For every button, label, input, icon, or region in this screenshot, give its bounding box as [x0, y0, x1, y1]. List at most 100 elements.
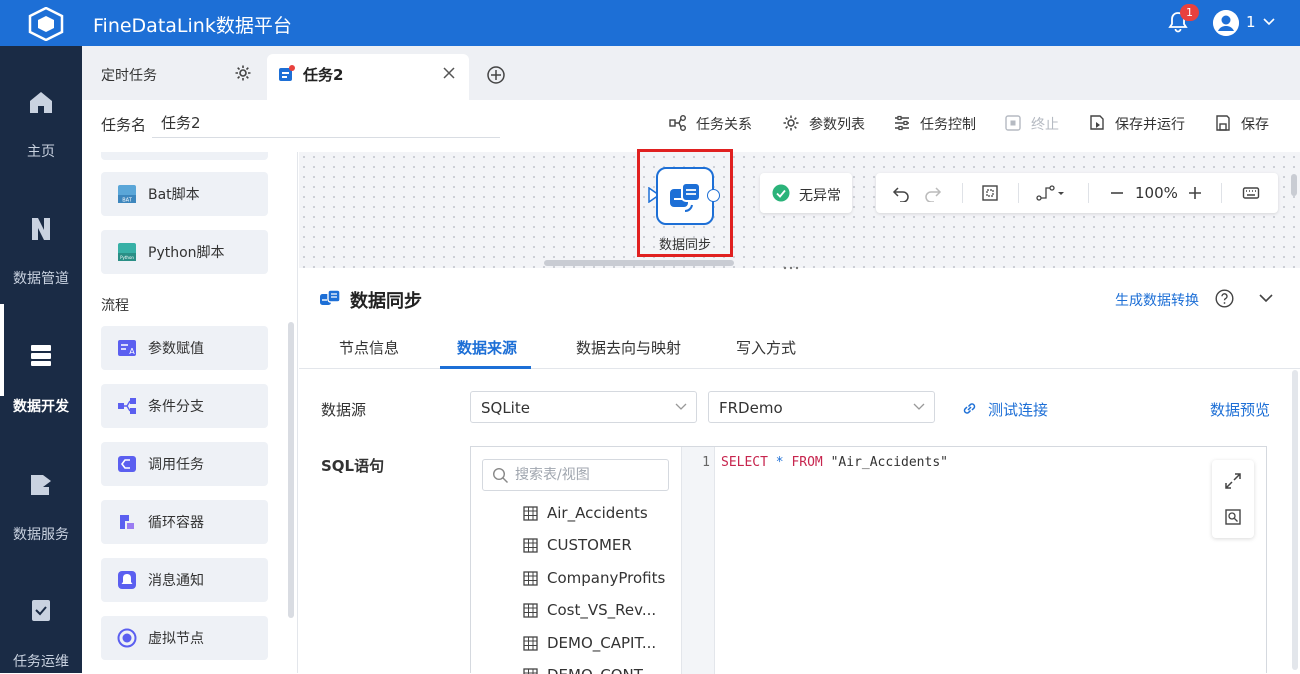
node-label: 数据同步: [658, 238, 711, 253]
data-sync-node[interactable]: [656, 167, 714, 225]
palette-item-param-assign[interactable]: A 参数赋值: [101, 326, 268, 370]
stop-icon: [1005, 115, 1021, 131]
sql-code[interactable]: SELECT * FROM "Air_Accidents": [721, 455, 948, 470]
undo-icon[interactable]: [892, 184, 910, 202]
zoom-out-icon[interactable]: [1108, 184, 1126, 202]
svg-text:Python: Python: [120, 255, 134, 260]
zoom-in-icon[interactable]: [1186, 184, 1204, 202]
save-run-icon: [1090, 115, 1104, 130]
editor-tools: [1212, 460, 1254, 538]
table-icon: [523, 636, 538, 651]
task-toolbar: 任务名 任务关系 参数列表 任务控制 终止: [82, 100, 1300, 152]
fit-view-icon[interactable]: [981, 184, 999, 202]
palette-scrollbar[interactable]: [288, 322, 294, 618]
top-bar: FineDataLink数据平台 1 1: [0, 0, 1300, 46]
palette-item-bat-script[interactable]: BAT Bat脚本: [101, 172, 268, 216]
table-icon: [523, 571, 538, 586]
svg-text:A: A: [129, 347, 135, 356]
panel-tabs: 节点信息 数据来源 数据去向与映射 写入方式: [299, 325, 1300, 369]
nav-item-home[interactable]: 主页: [0, 46, 82, 160]
data-service-icon: [31, 475, 51, 495]
panel-title: 数据同步: [350, 291, 422, 312]
help-icon[interactable]: [1215, 289, 1234, 308]
table-icon: [523, 538, 538, 553]
palette-item-partial[interactable]: [101, 152, 268, 160]
save-icon: [1216, 115, 1230, 131]
home-icon: [30, 92, 52, 113]
chevron-down-icon[interactable]: [1262, 16, 1276, 28]
palette-item-call-task[interactable]: 调用任务: [101, 442, 268, 486]
task-name-label: 任务名: [101, 116, 147, 134]
status-chip[interactable]: 无异常: [760, 173, 852, 213]
nav-item-data-development[interactable]: 数据开发: [0, 296, 82, 415]
canvas-horizontal-scrollbar[interactable]: [544, 260, 734, 266]
panel-scrollbar[interactable]: [1292, 370, 1298, 670]
redo-icon[interactable]: [924, 184, 942, 202]
app-title: FineDataLink数据平台: [93, 15, 292, 37]
add-tab-icon[interactable]: [486, 65, 506, 85]
line-number-gutter: 1: [682, 447, 715, 674]
check-circle-icon: [772, 184, 790, 202]
palette-item-virtual-node[interactable]: 虚拟节点: [101, 616, 268, 660]
node-output-port[interactable]: [707, 189, 720, 202]
tab-bar: 定时任务 任务2: [82, 46, 1300, 100]
palette-item-python-script[interactable]: Python Python脚本: [101, 230, 268, 274]
data-sync-icon: [320, 289, 341, 305]
link-icon: [963, 403, 976, 414]
nav-item-data-service[interactable]: 数据服务: [0, 426, 82, 543]
notification-badge: 1: [1180, 4, 1199, 21]
format-search-icon[interactable]: [1224, 508, 1242, 526]
sql-label: SQL语句: [321, 457, 385, 475]
tab-data-source[interactable]: 数据来源: [457, 337, 517, 358]
palette-item-message-notify[interactable]: 消息通知: [101, 558, 268, 602]
tab-scheduled-task[interactable]: 定时任务: [82, 54, 264, 94]
sql-editor-area: Air_Accidents CUSTOMER CompanyProfits Co…: [470, 446, 1267, 674]
palette-item-condition-branch[interactable]: 条件分支: [101, 384, 268, 428]
chevron-down-icon[interactable]: [1258, 291, 1274, 305]
data-pipeline-icon: [32, 218, 50, 240]
user-label[interactable]: 1: [1246, 13, 1256, 31]
avatar[interactable]: [1213, 10, 1239, 36]
keyboard-icon[interactable]: [1242, 184, 1260, 202]
bat-script-icon: BAT: [118, 185, 136, 204]
canvas-vertical-scrollbar[interactable]: [1291, 174, 1297, 196]
sql-table-name: "Air_Accidents": [830, 455, 948, 470]
left-nav: 主页 数据管道 数据开发 数据服务 任务运维: [0, 46, 82, 673]
expand-icon[interactable]: [1224, 472, 1242, 490]
nav-item-task-ops[interactable]: 任务运维: [0, 551, 82, 670]
sliders-icon: [895, 115, 909, 131]
relation-icon: [669, 115, 686, 131]
zoom-level: 100%: [1135, 184, 1178, 202]
data-sync-icon: [670, 182, 701, 213]
data-preview-link[interactable]: 数据预览: [1210, 399, 1270, 420]
message-bell-icon: [118, 571, 136, 589]
palette-item-loop-container[interactable]: 循环容器: [101, 500, 268, 544]
tab-task2[interactable]: 任务2: [267, 54, 469, 100]
tab-node-info[interactable]: 节点信息: [339, 337, 399, 358]
task-name-input[interactable]: [152, 108, 500, 138]
data-development-icon: [31, 345, 51, 366]
branch-icon: [118, 398, 136, 414]
flow-canvas[interactable]: 数据同步 无异常 100%: [299, 149, 1300, 268]
table-icon: [523, 506, 538, 521]
close-icon[interactable]: [442, 66, 456, 80]
table-search-input[interactable]: [515, 465, 665, 485]
call-task-icon: [118, 456, 136, 472]
tab-write-mode[interactable]: 写入方式: [736, 337, 796, 358]
loop-container-icon: [120, 515, 134, 529]
tab-data-destination[interactable]: 数据去向与映射: [576, 337, 681, 358]
svg-text:BAT: BAT: [122, 198, 132, 204]
sql-keyword: SELECT: [721, 455, 768, 470]
sql-star: *: [775, 455, 784, 470]
connector-style-icon[interactable]: [1036, 184, 1066, 202]
nav-item-data-pipeline[interactable]: 数据管道: [0, 171, 82, 287]
table-tree: Air_Accidents CUSTOMER CompanyProfits Co…: [471, 447, 682, 674]
logo-icon[interactable]: [28, 7, 64, 41]
gear-icon[interactable]: [234, 64, 252, 82]
datasource-type-select[interactable]: SQLite: [470, 391, 697, 423]
active-tab-indicator: [440, 366, 531, 369]
table-icon: [523, 668, 538, 674]
generate-transform-link[interactable]: 生成数据转换: [1115, 290, 1199, 310]
table-search-field[interactable]: [482, 459, 669, 491]
datasource-connection-select[interactable]: FRDemo: [708, 391, 935, 423]
